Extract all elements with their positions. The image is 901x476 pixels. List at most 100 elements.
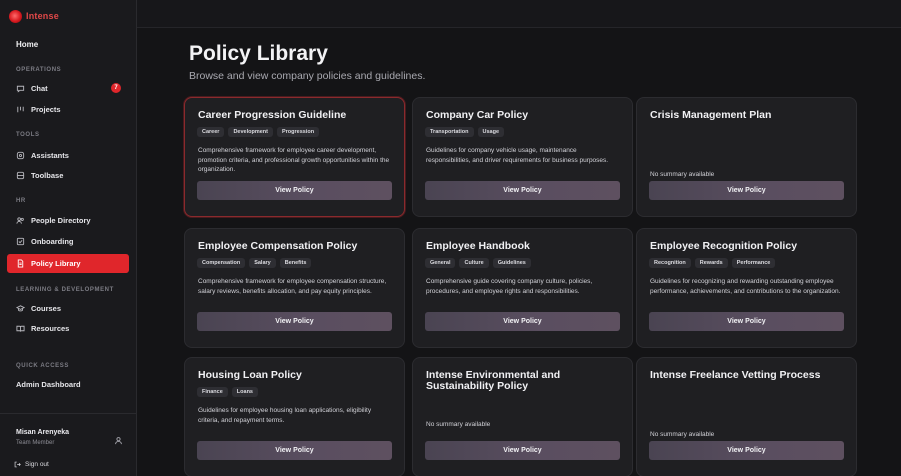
app-logo[interactable]: Intense <box>9 8 59 24</box>
policy-tag: Transportation <box>425 127 474 137</box>
sidebar-item-resources[interactable]: Resources <box>7 319 129 338</box>
policy-card[interactable]: Housing Loan Policy Finance Loans Guideline… <box>184 357 405 476</box>
top-bar <box>137 0 901 28</box>
policy-card[interactable]: Intense Freelance Vetting Process No summ… <box>636 357 857 476</box>
assistant-icon <box>16 151 25 160</box>
policy-tag: Compensation <box>197 258 246 268</box>
user-name: Misan Arenyeka <box>16 429 70 436</box>
policy-title: Company Car Policy <box>426 109 529 121</box>
policy-card[interactable]: Company Car Policy Transportation Usage Gui… <box>412 97 633 217</box>
sidebar-item-chat[interactable]: Chat 7 <box>7 79 129 98</box>
view-policy-button[interactable]: View Policy <box>649 312 844 331</box>
book-icon <box>16 324 25 333</box>
policy-summary: No summary available <box>650 171 715 178</box>
section-hr: HR <box>16 198 26 204</box>
policy-summary: Comprehensive framework for employee com… <box>198 278 387 295</box>
policy-tags: General Culture Guidelines <box>425 258 531 268</box>
chat-bubble-icon <box>16 84 25 93</box>
section-quick-access: QUICK ACCESS <box>16 363 69 369</box>
sidebar-item-assistants[interactable]: Assistants <box>7 146 129 165</box>
policy-title: Intense Freelance Vetting Process <box>650 369 821 381</box>
sign-out-label: Sign out <box>25 461 49 468</box>
view-policy-button[interactable]: View Policy <box>425 441 620 460</box>
policy-title: Employee Handbook <box>426 240 530 252</box>
policy-summary: Comprehensive framework for employee car… <box>198 147 390 174</box>
policy-title: Employee Recognition Policy <box>650 240 798 252</box>
sidebar-item-home[interactable]: Home <box>16 40 38 49</box>
sign-out-button[interactable]: Sign out <box>14 461 49 468</box>
sidebar-item-label: Resources <box>31 324 70 333</box>
section-learning: LEARNING & DEVELOPMENT <box>16 287 114 293</box>
policy-card[interactable]: Employee Recognition Policy Recognition Re… <box>636 228 857 348</box>
policy-tag: Usage <box>477 127 505 137</box>
view-policy-button[interactable]: View Policy <box>425 181 620 200</box>
sidebar-item-label: Chat <box>31 84 48 93</box>
policy-tag: Finance <box>197 387 228 397</box>
policy-tag: Recognition <box>649 258 691 268</box>
policy-tag: Loans <box>231 387 258 397</box>
policy-title: Intense Environmental and Sustainability… <box>426 369 561 392</box>
user-role: Team Member <box>16 440 55 446</box>
policy-tag: Development <box>228 127 273 137</box>
policy-tag: Salary <box>249 258 276 268</box>
sidebar: Intense Home OPERATIONS Chat 7 Projects … <box>0 0 137 476</box>
sidebar-divider <box>0 413 137 414</box>
section-operations: OPERATIONS <box>16 67 62 73</box>
section-tools: TOOLS <box>16 132 40 138</box>
logo-icon <box>9 9 22 23</box>
user-profile-icon[interactable] <box>114 432 123 445</box>
sidebar-item-policy-library[interactable]: Policy Library <box>7 254 129 273</box>
policy-tags: Compensation Salary Benefits <box>197 258 312 268</box>
sidebar-item-projects[interactable]: Projects <box>7 100 129 119</box>
people-icon <box>16 216 25 225</box>
policy-title: Crisis Management Plan <box>650 109 772 121</box>
sidebar-item-onboarding[interactable]: Onboarding <box>7 232 129 251</box>
policy-card[interactable]: Crisis Management Plan No summary availab… <box>636 97 857 217</box>
view-policy-button[interactable]: View Policy <box>425 312 620 331</box>
policy-title: Employee Compensation Policy <box>198 240 358 252</box>
policy-summary: Guidelines for company vehicle usage, ma… <box>426 147 609 164</box>
page-title: Policy Library <box>189 42 328 65</box>
sign-out-icon <box>14 461 21 468</box>
app-name: Intense <box>26 11 59 21</box>
policy-title: Housing Loan Policy <box>198 369 302 381</box>
sidebar-item-label: Toolbase <box>31 171 64 180</box>
checkbox-icon <box>16 237 25 246</box>
policy-tag: Progression <box>276 127 320 137</box>
columns-icon <box>16 105 25 114</box>
policy-tag: Benefits <box>279 258 312 268</box>
view-policy-button[interactable]: View Policy <box>649 181 844 200</box>
view-policy-button[interactable]: View Policy <box>197 312 392 331</box>
sidebar-item-label: Projects <box>31 105 61 114</box>
view-policy-button[interactable]: View Policy <box>197 441 392 460</box>
graduation-cap-icon <box>16 304 25 313</box>
policy-summary: Comprehensive guide covering company cul… <box>426 278 593 295</box>
policy-tags: Career Development Progression <box>197 127 320 137</box>
sidebar-item-people-directory[interactable]: People Directory <box>7 211 129 230</box>
policy-card[interactable]: Career Progression Guideline Career Develo… <box>184 97 405 217</box>
policy-tags: Recognition Rewards Performance <box>649 258 776 268</box>
view-policy-button[interactable]: View Policy <box>197 181 392 200</box>
page-subtitle: Browse and view company policies and gui… <box>189 70 426 82</box>
sidebar-item-label: Courses <box>31 304 62 313</box>
sidebar-item-label: Onboarding <box>31 237 74 246</box>
policy-summary: Guidelines for employee housing loan app… <box>198 407 372 424</box>
policy-tag: Rewards <box>694 258 728 268</box>
view-policy-button[interactable]: View Policy <box>649 441 844 460</box>
policy-tags: Transportation Usage <box>425 127 505 137</box>
policy-card[interactable]: Intense Environmental and Sustainability… <box>412 357 633 476</box>
sidebar-item-admin-dashboard[interactable]: Admin Dashboard <box>16 380 81 389</box>
policy-summary: Guidelines for recognizing and rewarding… <box>650 278 841 295</box>
sidebar-item-label: People Directory <box>31 216 91 225</box>
sidebar-item-label: Assistants <box>31 151 69 160</box>
policy-tag: Guidelines <box>492 258 531 268</box>
policy-tag: Culture <box>459 258 489 268</box>
sidebar-item-toolbase[interactable]: Toolbase <box>7 166 129 185</box>
policy-summary: No summary available <box>426 421 491 428</box>
policy-card[interactable]: Employee Compensation Policy Compensation… <box>184 228 405 348</box>
policy-card[interactable]: Employee Handbook General Culture Guideline… <box>412 228 633 348</box>
policy-tag: Performance <box>731 258 776 268</box>
unread-badge: 7 <box>111 83 121 93</box>
document-icon <box>16 259 25 268</box>
sidebar-item-courses[interactable]: Courses <box>7 299 129 318</box>
